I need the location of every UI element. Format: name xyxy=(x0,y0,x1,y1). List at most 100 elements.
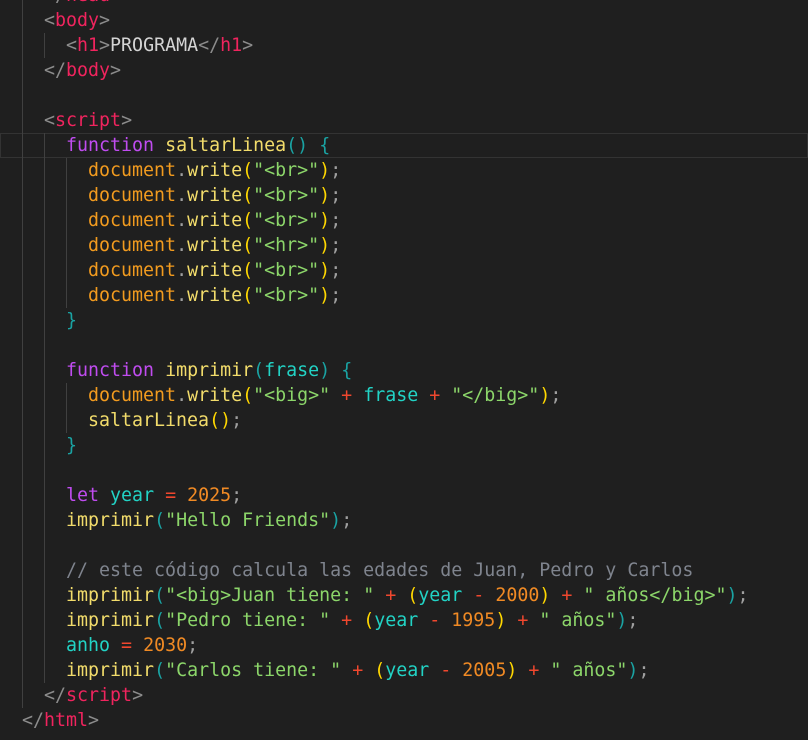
code-line[interactable]: document.write("<big>" + frase + "</big>… xyxy=(0,383,808,408)
code-text: document.write("<big>" + frase + "</big>… xyxy=(88,383,561,408)
code-token: + xyxy=(374,585,408,606)
code-token: anho xyxy=(66,635,111,656)
code-line[interactable]: <script> xyxy=(0,108,808,133)
indent-guide xyxy=(44,333,45,358)
code-line[interactable]: imprimir("Hello Friends"); xyxy=(0,508,808,533)
indent-guide xyxy=(22,158,23,183)
code-token: </ xyxy=(44,685,67,706)
code-line[interactable]: // este código calcula las edades de Jua… xyxy=(0,558,808,583)
indent-guide xyxy=(66,233,67,258)
code-line[interactable]: </html> xyxy=(0,708,808,733)
code-token: write xyxy=(187,385,243,406)
code-token: ( xyxy=(242,235,254,256)
code-token: function xyxy=(66,360,155,381)
code-text: function imprimir(frase) { xyxy=(66,358,352,383)
code-line[interactable]: </head> xyxy=(0,0,808,8)
indent-guide xyxy=(22,308,23,333)
code-token: imprimir xyxy=(66,510,155,531)
code-token: imprimir xyxy=(66,660,155,681)
code-line[interactable]: <h1>PROGRAMA</h1> xyxy=(0,33,808,58)
code-line[interactable]: let year = 2025; xyxy=(0,483,808,508)
code-token: "<br>" xyxy=(253,160,320,181)
code-token: "Carlos tiene: " xyxy=(165,660,342,681)
code-token: . xyxy=(176,385,188,406)
code-token: ; xyxy=(737,585,749,606)
code-line[interactable]: imprimir("<big>Juan tiene: " + (year - 2… xyxy=(0,583,808,608)
code-line[interactable] xyxy=(0,533,808,558)
code-text: function saltarLinea() { xyxy=(66,133,330,158)
code-token: ( xyxy=(242,285,254,306)
code-token: ) xyxy=(319,285,331,306)
code-token: ) xyxy=(627,660,639,681)
code-text: saltarLinea(); xyxy=(88,408,242,433)
code-line[interactable]: document.write("<hr>"); xyxy=(0,233,808,258)
code-line[interactable]: document.write("<br>"); xyxy=(0,158,808,183)
code-line[interactable]: saltarLinea(); xyxy=(0,408,808,433)
code-line[interactable]: document.write("<br>"); xyxy=(0,208,808,233)
indent-guide xyxy=(44,608,45,633)
code-token: ) xyxy=(495,610,507,631)
code-token: document xyxy=(88,210,177,231)
indent-guide xyxy=(44,258,45,283)
code-token: "</big>" xyxy=(451,385,540,406)
code-token: "<hr>" xyxy=(253,235,320,256)
code-text: document.write("<br>"); xyxy=(88,183,341,208)
indent-guide xyxy=(44,508,45,533)
code-line[interactable]: imprimir("Pedro tiene: " + (year - 1995)… xyxy=(0,608,808,633)
code-token: ( xyxy=(253,360,265,381)
code-line[interactable] xyxy=(0,333,808,358)
code-token: 2030 xyxy=(143,635,188,656)
code-line[interactable]: } xyxy=(0,308,808,333)
code-token: - xyxy=(418,610,452,631)
code-line[interactable]: document.write("<br>"); xyxy=(0,258,808,283)
code-line[interactable]: document.write("<br>"); xyxy=(0,183,808,208)
indent-guide xyxy=(22,133,23,158)
code-token: body xyxy=(66,60,111,81)
code-text: imprimir("Pedro tiene: " + (year - 1995)… xyxy=(66,608,638,633)
code-token: < xyxy=(66,35,78,56)
code-line[interactable]: anho = 2030; xyxy=(0,633,808,658)
code-token: ( xyxy=(407,585,419,606)
indent-guide xyxy=(22,33,23,58)
code-token: year xyxy=(418,585,463,606)
code-token: ; xyxy=(330,185,342,206)
code-token: ( xyxy=(154,585,166,606)
code-token: h1 xyxy=(77,35,100,56)
code-token: ; xyxy=(330,260,342,281)
code-editor[interactable]: </head><body><h1>PROGRAMA</h1></body><sc… xyxy=(0,0,808,733)
code-line[interactable]: <body> xyxy=(0,8,808,33)
code-token: 2005 xyxy=(462,660,507,681)
code-token: "<br>" xyxy=(253,185,320,206)
indent-guide xyxy=(22,458,23,483)
code-token: + xyxy=(330,610,364,631)
code-token: saltarLinea xyxy=(88,410,210,431)
code-token: = xyxy=(154,485,188,506)
indent-guide xyxy=(22,383,23,408)
code-text: document.write("<br>"); xyxy=(88,158,341,183)
code-text: imprimir("Hello Friends"); xyxy=(66,508,352,533)
indent-guide xyxy=(44,358,45,383)
code-text: imprimir("<big>Juan tiene: " + (year - 2… xyxy=(66,583,749,608)
code-line[interactable]: document.write("<br>"); xyxy=(0,283,808,308)
code-token: write xyxy=(187,185,243,206)
indent-guide xyxy=(22,8,23,33)
code-token: "<br>" xyxy=(253,285,320,306)
code-line[interactable]: function imprimir(frase) { xyxy=(0,358,808,383)
indent-guide xyxy=(22,233,23,258)
code-line[interactable]: function saltarLinea() { xyxy=(0,133,808,158)
code-line[interactable] xyxy=(0,458,808,483)
code-line[interactable]: </script> xyxy=(0,683,808,708)
code-token: > xyxy=(110,60,122,81)
code-line[interactable] xyxy=(0,83,808,108)
code-line[interactable]: imprimir("Carlos tiene: " + (year - 2005… xyxy=(0,658,808,683)
code-token: ) xyxy=(330,510,342,531)
code-token: () xyxy=(286,135,309,156)
indent-guide xyxy=(22,633,23,658)
code-line[interactable]: } xyxy=(0,433,808,458)
indent-guide xyxy=(22,508,23,533)
code-line[interactable]: </body> xyxy=(0,58,808,83)
indent-guide xyxy=(22,183,23,208)
